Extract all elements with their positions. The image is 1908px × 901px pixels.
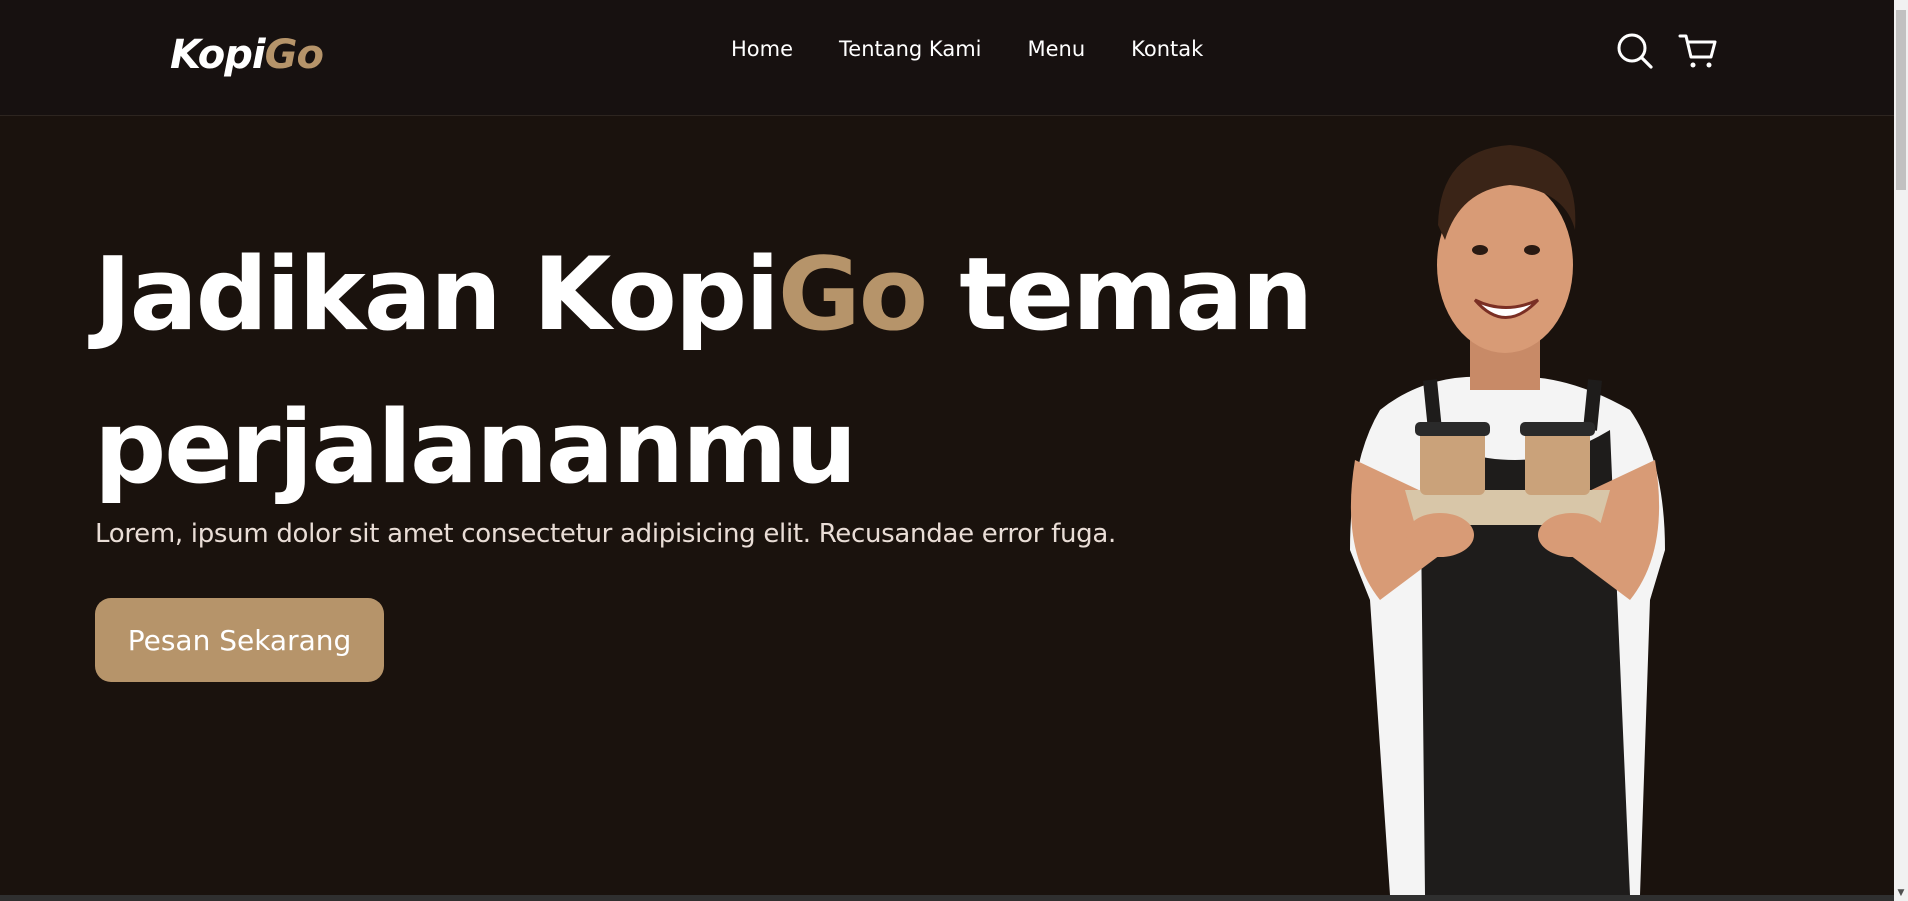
search-icon[interactable] xyxy=(1616,32,1654,70)
nav-link-menu[interactable]: Menu xyxy=(1027,35,1085,63)
barista-hero-image xyxy=(1350,145,1665,895)
navbar: KopiGo Home Tentang Kami Menu Kontak xyxy=(0,0,1894,116)
nav-link-kontak[interactable]: Kontak xyxy=(1131,35,1203,63)
logo[interactable]: KopiGo xyxy=(170,30,324,80)
scroll-thumb[interactable] xyxy=(1896,10,1906,190)
hero-subtitle: Lorem, ipsum dolor sit amet consectetur … xyxy=(95,519,1116,549)
nav-link-tentang-kami[interactable]: Tentang Kami xyxy=(839,35,981,63)
hero-title: Jadikan KopiGo teman perjalananmu xyxy=(94,218,1334,524)
hero-title-accent: Go xyxy=(777,235,928,353)
nav-link-home[interactable]: Home xyxy=(731,35,793,63)
logo-text-go: Go xyxy=(264,32,324,78)
cart-icon[interactable] xyxy=(1678,32,1717,70)
page: KopiGo Home Tentang Kami Menu Kontak Jad… xyxy=(0,0,1908,901)
order-now-button[interactable]: Pesan Sekarang xyxy=(95,598,384,682)
scrollbar[interactable]: ▼ xyxy=(1894,0,1908,901)
scroll-down-arrow-icon[interactable]: ▼ xyxy=(1895,887,1907,899)
logo-text-kopi: Kopi xyxy=(170,32,266,78)
nav-links: Home Tentang Kami Menu Kontak xyxy=(731,35,1203,63)
hero-title-part1: Jadikan Kopi xyxy=(94,235,780,353)
bottom-strip xyxy=(0,895,1894,901)
